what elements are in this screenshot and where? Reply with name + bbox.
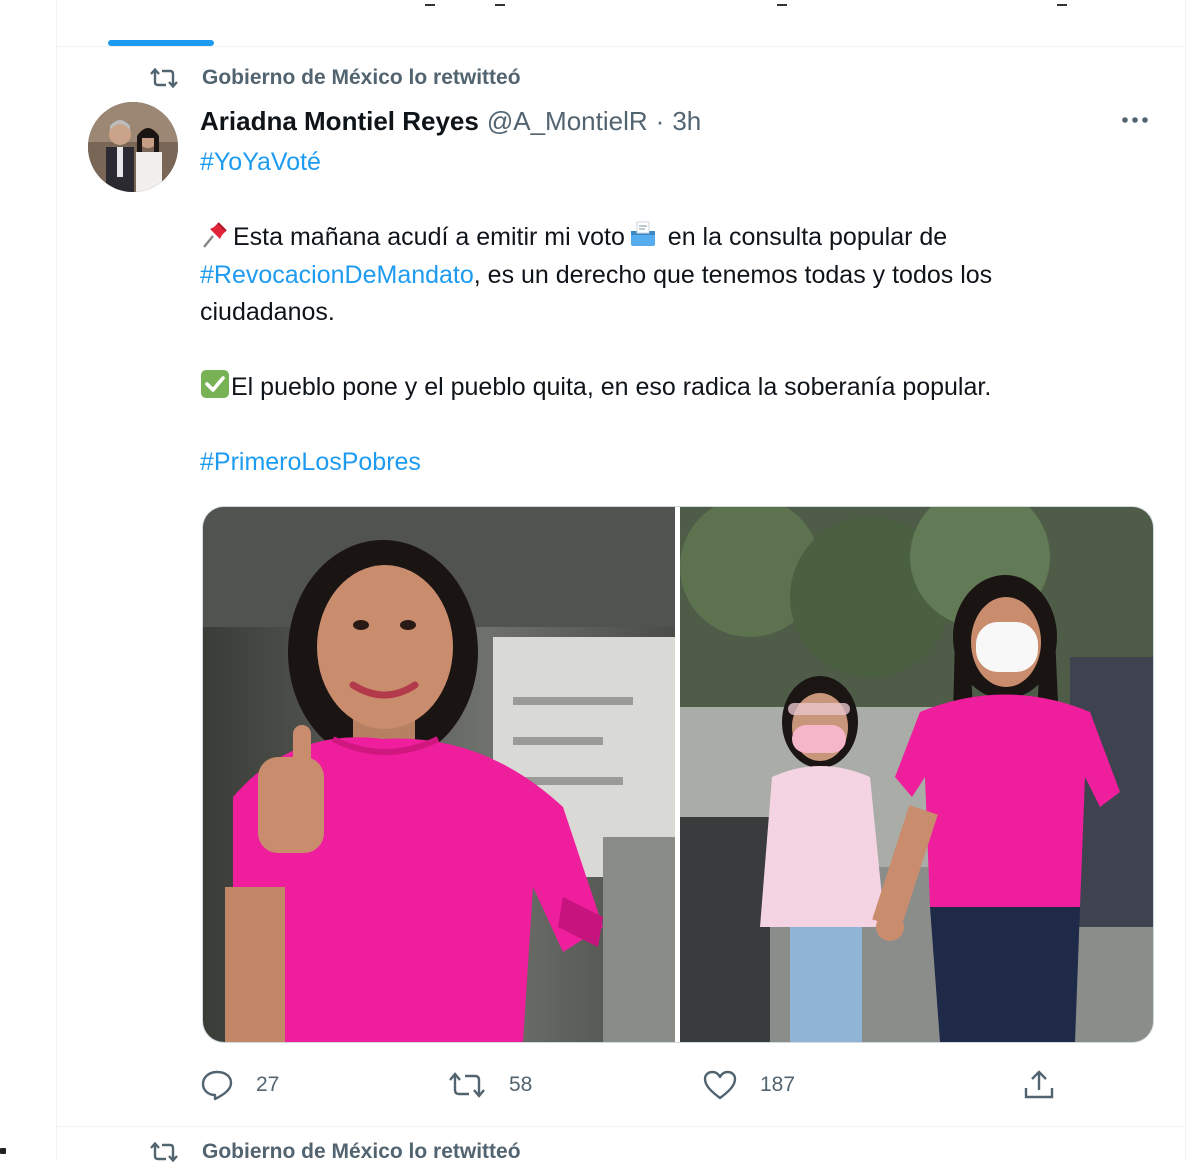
author-name[interactable]: Ariadna Montiel Reyes (200, 106, 479, 137)
more-icon (1122, 117, 1148, 123)
like-button[interactable]: 187 (702, 1064, 795, 1106)
hashtag-revocacion[interactable]: #RevocacionDeMandato (200, 261, 474, 289)
left-gutter (0, 0, 56, 1159)
retweet-icon (150, 67, 178, 89)
left-edge-marker (0, 1148, 6, 1154)
photo-left-image (203, 507, 675, 1042)
tweet-divider (57, 1126, 1185, 1127)
hashtag-primerolospobres[interactable]: #PrimeroLosPobres (200, 448, 421, 476)
photo-right[interactable] (680, 507, 1153, 1042)
check-mark-icon (201, 370, 229, 398)
tweet-line4: El pueblo pone y el pueblo quita, en eso… (231, 373, 992, 401)
tweet-media (202, 506, 1154, 1043)
tweet-line1-b: en la consulta popular de (660, 223, 948, 251)
active-tab-indicator[interactable] (108, 40, 214, 46)
photo-left[interactable] (203, 507, 675, 1042)
ballot-box-icon (630, 221, 655, 246)
timeline-column: Gobierno de México lo retwitteó Ariadna … (56, 0, 1186, 1163)
like-count: 187 (760, 1073, 796, 1096)
retweet-count: 58 (509, 1073, 533, 1096)
retweet-context[interactable]: Gobierno de México lo retwitteó (149, 62, 521, 94)
heart-icon (703, 1070, 737, 1100)
top-cropped-row (57, 0, 1185, 10)
retweet-button[interactable]: 58 (447, 1064, 532, 1106)
tweet-line1-a: Esta mañana acudí a emitir mi voto (233, 223, 625, 251)
photo-right-image (680, 507, 1153, 1042)
avatar-image (88, 102, 178, 192)
tweet-time[interactable]: 3h (672, 106, 701, 137)
share-button[interactable] (1022, 1064, 1078, 1106)
reply-count: 27 (256, 1073, 280, 1096)
hashtag-yoyavote[interactable]: #YoYaVoté (200, 148, 321, 176)
tweet-header: Ariadna Montiel Reyes @A_MontielR · 3h (200, 103, 701, 139)
retweet-action-icon (449, 1072, 485, 1098)
tweet-actions: 27 58 187 (200, 1064, 1100, 1106)
tweet-text: #YoYaVoté Esta mañana acudí a emitir mi … (200, 144, 1160, 482)
reply-icon (201, 1070, 233, 1101)
reply-button[interactable]: 27 (200, 1064, 279, 1106)
retweet-context-label: Gobierno de México lo retwitteó (202, 66, 521, 89)
retweet-icon (150, 1141, 178, 1163)
next-retweet-context-label: Gobierno de México lo retwitteó (202, 1140, 521, 1163)
share-icon (1024, 1070, 1054, 1099)
top-tab-strip (57, 0, 1185, 47)
pushpin-icon (203, 222, 227, 248)
more-button[interactable] (1117, 104, 1153, 136)
header-separator: · (655, 105, 665, 136)
avatar[interactable] (88, 102, 178, 192)
next-retweet-context[interactable]: Gobierno de México lo retwitteó (149, 1136, 521, 1168)
author-handle[interactable]: @A_MontielR (487, 106, 648, 137)
tweet-line3: ciudadanos. (200, 298, 335, 326)
tweet-line2: , es un derecho que tenemos todas y todo… (473, 260, 993, 289)
